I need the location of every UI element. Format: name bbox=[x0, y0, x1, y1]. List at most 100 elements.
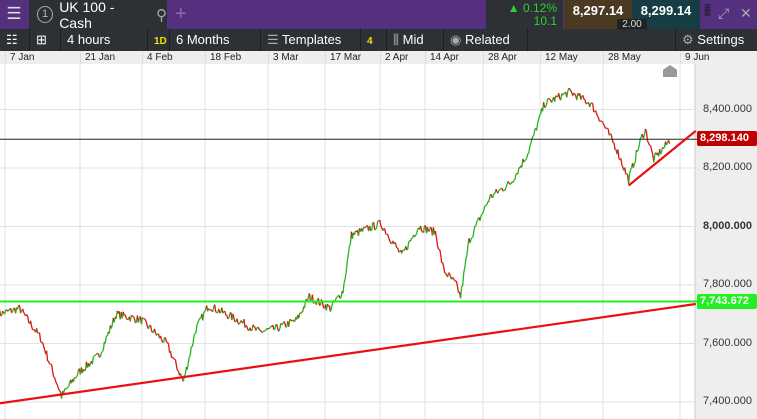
drag-handle-icon[interactable]: ≡ ≡ bbox=[704, 1, 711, 19]
add-tab-icon[interactable]: + bbox=[175, 3, 187, 26]
price-segment bbox=[45, 350, 49, 362]
price-segment bbox=[208, 308, 211, 311]
price-segment bbox=[499, 187, 502, 191]
price-segment bbox=[514, 174, 517, 180]
price-segment bbox=[462, 272, 465, 286]
price-segment bbox=[613, 142, 616, 150]
trendline[interactable] bbox=[0, 302, 696, 405]
range-select[interactable]: 6 Months bbox=[170, 29, 261, 51]
list-icon[interactable]: ☷ bbox=[0, 29, 30, 51]
price-segment bbox=[667, 140, 671, 144]
close-icon[interactable]: ✕ bbox=[740, 5, 752, 22]
price-segment bbox=[219, 311, 222, 314]
price-segment bbox=[461, 285, 464, 288]
price-segment bbox=[387, 234, 390, 239]
date-tick: 2 Apr bbox=[380, 51, 408, 64]
price-segment bbox=[240, 320, 243, 323]
price-segment bbox=[592, 103, 595, 113]
expand-icon[interactable]: ⤢ bbox=[718, 5, 729, 22]
templates-button[interactable]: ☰ Templates bbox=[261, 29, 361, 51]
price-segment bbox=[283, 321, 286, 324]
price-segment bbox=[456, 286, 460, 293]
price-segment bbox=[343, 278, 346, 284]
instrument-tab[interactable]: 1 UK 100 - Cash ⚲ bbox=[29, 0, 167, 31]
price-segment bbox=[533, 129, 536, 136]
price-segment bbox=[445, 272, 448, 276]
price-segment bbox=[339, 297, 342, 299]
price-segment bbox=[479, 215, 482, 221]
price-segment bbox=[187, 356, 190, 364]
price-segment bbox=[566, 90, 569, 98]
horizontal-line-badge: 7,743.672 bbox=[697, 294, 757, 310]
search-icon[interactable]: ⚲ bbox=[156, 6, 167, 24]
price-segment bbox=[568, 87, 571, 90]
price-segment bbox=[35, 328, 39, 334]
price-segment bbox=[184, 374, 186, 376]
price-segment bbox=[192, 335, 195, 344]
price-segment bbox=[11, 308, 15, 312]
price-segment bbox=[197, 319, 200, 323]
price-segment bbox=[20, 310, 23, 314]
price-segment bbox=[597, 115, 600, 119]
price-segment bbox=[492, 193, 495, 198]
price-segment bbox=[334, 297, 337, 302]
price-segment bbox=[365, 225, 368, 228]
interval-select[interactable]: 4 hours bbox=[61, 29, 148, 51]
price-segment bbox=[463, 267, 466, 273]
price-segment bbox=[129, 315, 132, 322]
price-segment bbox=[507, 181, 510, 184]
settings-button[interactable]: ⚙ Settings bbox=[675, 29, 757, 51]
layout-icon[interactable]: ⊞ bbox=[30, 29, 61, 51]
price-segment bbox=[495, 188, 498, 193]
price-segment bbox=[551, 99, 554, 103]
price-segment bbox=[480, 213, 483, 216]
price-segment bbox=[653, 154, 656, 163]
price-segment bbox=[472, 229, 475, 238]
price-segment bbox=[548, 97, 551, 100]
price-segment bbox=[476, 218, 479, 222]
price-segment bbox=[255, 327, 258, 331]
price-segment bbox=[155, 333, 159, 336]
price-segment bbox=[525, 157, 528, 161]
related-button[interactable]: ◉ Related bbox=[444, 29, 528, 51]
eye-icon: ◉ bbox=[450, 32, 462, 47]
price-segment bbox=[465, 255, 468, 260]
price-segment bbox=[429, 226, 432, 229]
price-segment bbox=[253, 326, 256, 328]
price-segment bbox=[164, 338, 168, 343]
price-type-button[interactable]: ⫼ Mid bbox=[387, 29, 444, 51]
price-segment bbox=[0, 310, 2, 316]
price-chart[interactable] bbox=[0, 64, 757, 419]
price-segment bbox=[662, 146, 666, 150]
price-segment bbox=[259, 329, 262, 332]
hamburger-menu-icon[interactable]: ☰ bbox=[0, 0, 28, 29]
price-segment bbox=[595, 110, 598, 114]
templates-label: Templates bbox=[282, 32, 342, 47]
price-segment bbox=[475, 221, 478, 226]
price-segment bbox=[47, 360, 51, 365]
price-segment bbox=[82, 369, 85, 372]
price-segment bbox=[278, 328, 281, 332]
window-controls: ≡ ≡ ⤢ ✕ bbox=[700, 0, 757, 29]
price-segment bbox=[563, 92, 566, 95]
price-segment bbox=[104, 336, 107, 344]
price-tick: 8,400.000 bbox=[703, 102, 752, 115]
price-segment bbox=[2, 310, 5, 313]
price-segment bbox=[508, 182, 511, 185]
price-segment bbox=[344, 272, 347, 280]
up-arrow-icon: ▲ bbox=[507, 1, 520, 15]
price-segment bbox=[384, 229, 387, 235]
price-segment bbox=[284, 322, 287, 328]
price-segment bbox=[144, 319, 148, 323]
price-segment bbox=[562, 93, 565, 96]
indicator-count[interactable]: 4 bbox=[361, 29, 387, 51]
price-segment bbox=[347, 246, 350, 256]
interval-badge[interactable]: 1D bbox=[148, 29, 170, 51]
price-segment bbox=[215, 311, 218, 314]
price-segment bbox=[665, 142, 669, 146]
price-segment bbox=[435, 237, 439, 247]
price-axis-bg bbox=[695, 64, 757, 419]
price-segment bbox=[21, 308, 25, 313]
price-segment bbox=[252, 324, 255, 327]
price-segment bbox=[91, 356, 95, 365]
